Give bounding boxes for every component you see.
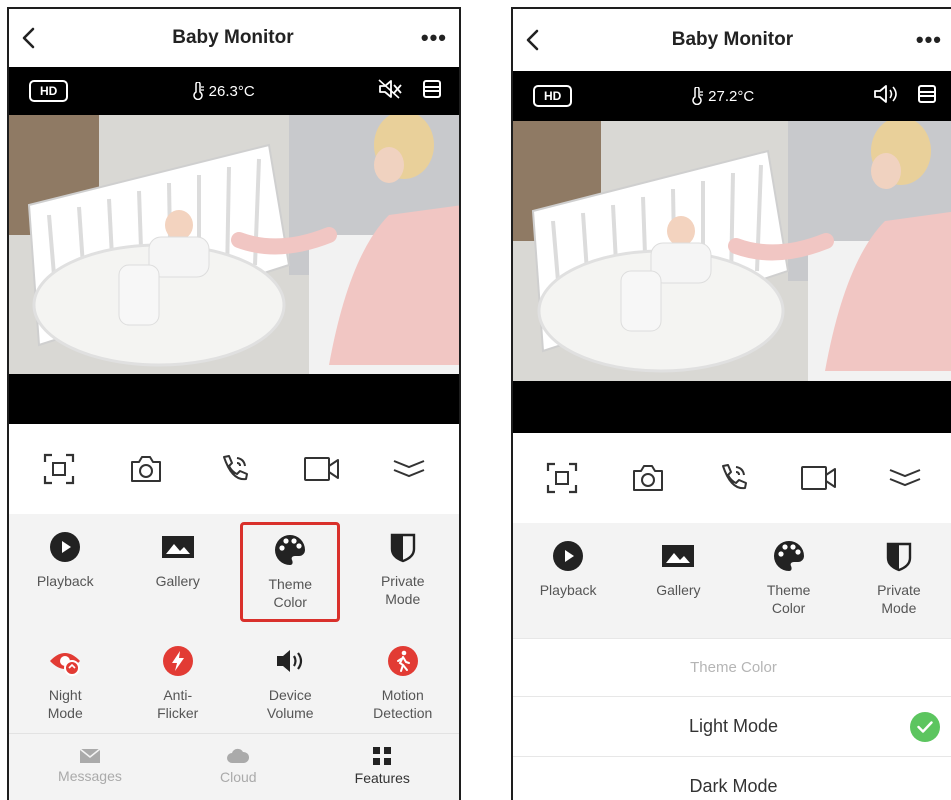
feature-private-mode[interactable]: Private Mode — [353, 522, 453, 622]
feature-private-mode[interactable]: Private Mode — [849, 531, 949, 625]
play-circle-icon — [551, 539, 585, 573]
feature-label: Gallery — [656, 582, 701, 598]
checkmark-icon — [910, 711, 940, 742]
feature-label: Device Volume — [266, 687, 314, 721]
feature-row: Playback Gallery Theme Color Private Mod… — [513, 523, 951, 631]
nav-messages[interactable]: Messages — [58, 747, 122, 784]
play-circle-icon — [48, 530, 82, 564]
camera-status-bar: HD 27.2°C — [513, 71, 951, 121]
feature-gallery[interactable]: Gallery — [128, 522, 228, 622]
feature-motion-detection[interactable]: Motion Detection — [353, 636, 453, 730]
nav-label: Features — [354, 769, 410, 786]
camera-status-bar: HD 26.3°C — [9, 67, 459, 115]
feature-row: Playback Gallery Theme Color Private Mod… — [9, 514, 459, 628]
theme-option-dark[interactable]: Dark Mode — [513, 756, 951, 800]
thermometer-icon — [192, 82, 204, 100]
gallery-image-icon — [161, 530, 195, 564]
temperature-value: 27.2°C — [708, 87, 755, 105]
back-icon[interactable] — [21, 26, 45, 50]
title-bar: Baby Monitor ••• — [513, 9, 951, 71]
theme-option-label: Dark Mode — [689, 776, 778, 796]
title-bar: Baby Monitor ••• — [9, 9, 459, 67]
camera-snapshot-icon[interactable] — [626, 456, 670, 500]
feature-theme-color[interactable]: Theme Color — [739, 531, 839, 625]
layout-toggle-icon[interactable] — [916, 83, 938, 110]
theme-option-label: Light Mode — [688, 716, 779, 736]
canvas: Baby Monitor ••• HD 26.3°C Playback Gall… — [0, 0, 951, 800]
hd-toggle-button[interactable]: HD — [533, 85, 573, 107]
feature-theme-color[interactable]: Theme Color — [240, 522, 341, 622]
nav-features[interactable]: Features — [355, 746, 410, 786]
theme-color-sheet: Theme Color Light Mode Dark Mode — [513, 638, 951, 800]
cloud-icon — [227, 748, 250, 763]
temperature-value: 26.3°C — [208, 82, 255, 100]
back-icon[interactable] — [525, 28, 549, 52]
feature-label: Night Mode — [47, 687, 83, 721]
more-options-icon[interactable]: ••• — [421, 27, 447, 49]
screen-capture-icon[interactable] — [540, 456, 584, 500]
shield-half-icon — [386, 530, 420, 564]
feature-row: Night Mode Anti- Flicker Device Volume M… — [9, 628, 459, 736]
live-video-view[interactable] — [9, 115, 459, 424]
camera-toolbar — [513, 433, 951, 523]
speaker-volume-icon — [273, 644, 307, 678]
nav-label: Messages — [58, 767, 122, 784]
camera-feed-image — [9, 115, 459, 374]
feature-panel: Playback Gallery Theme Color Private Mod… — [513, 523, 951, 638]
hd-toggle-button[interactable]: HD — [29, 80, 69, 102]
camera-snapshot-icon[interactable] — [124, 447, 168, 491]
feature-label: Private Mode — [877, 582, 921, 616]
feature-label: Motion Detection — [373, 687, 433, 721]
nav-cloud[interactable]: Cloud — [220, 747, 257, 785]
speaker-on-icon[interactable] — [872, 83, 898, 110]
feature-device-volume[interactable]: Device Volume — [240, 636, 340, 730]
feature-night-mode[interactable]: Night Mode — [15, 636, 115, 730]
video-record-icon[interactable] — [300, 447, 344, 491]
video-record-icon[interactable] — [797, 456, 841, 500]
gallery-image-icon — [661, 539, 695, 573]
thermometer-icon — [692, 87, 704, 105]
intercom-call-icon[interactable] — [212, 447, 256, 491]
feature-anti-flicker[interactable]: Anti- Flicker — [128, 636, 228, 730]
feature-playback[interactable]: Playback — [518, 531, 618, 625]
theme-sheet-heading: Theme Color — [513, 638, 951, 696]
envelope-icon — [79, 747, 101, 763]
collapse-chevron-icon[interactable] — [883, 456, 927, 500]
mute-speaker-icon[interactable] — [377, 78, 403, 105]
feature-label: Anti- Flicker — [157, 687, 199, 721]
shield-half-icon — [882, 539, 916, 573]
feature-label: Private Mode — [380, 573, 425, 607]
feature-label: Theme Color — [268, 576, 313, 610]
phone-screen-left: Baby Monitor ••• HD 26.3°C Playback Gall… — [7, 7, 461, 800]
feature-label: Playback — [539, 582, 597, 598]
feature-label: Playback — [36, 573, 94, 589]
palette-icon — [273, 533, 307, 567]
feature-gallery[interactable]: Gallery — [628, 531, 728, 625]
feature-label: Gallery — [155, 573, 200, 589]
palette-icon — [772, 539, 806, 573]
screen-capture-icon[interactable] — [37, 447, 81, 491]
page-title: Baby Monitor — [172, 27, 294, 48]
theme-option-light[interactable]: Light Mode — [513, 696, 951, 756]
grid-icon — [373, 746, 392, 765]
walking-person-icon — [386, 644, 420, 678]
page-title: Baby Monitor — [671, 29, 794, 50]
bottom-navigation: Messages Cloud Features — [9, 733, 459, 797]
lightning-bolt-icon — [161, 644, 195, 678]
camera-toolbar — [9, 424, 459, 514]
nav-label: Cloud — [219, 768, 257, 785]
collapse-chevron-icon[interactable] — [387, 447, 431, 491]
live-video-view[interactable] — [513, 121, 951, 433]
intercom-call-icon[interactable] — [711, 456, 755, 500]
feature-playback[interactable]: Playback — [15, 522, 115, 622]
phone-screen-right: Baby Monitor ••• HD 27.2°C Playback Gall… — [511, 7, 951, 800]
camera-feed-image — [513, 121, 951, 381]
feature-label: Theme Color — [766, 582, 811, 616]
temperature-readout: 26.3°C — [191, 82, 255, 100]
night-eye-icon — [48, 644, 82, 678]
temperature-readout: 27.2°C — [690, 87, 754, 105]
layout-toggle-icon[interactable] — [421, 78, 443, 105]
more-options-icon[interactable]: ••• — [916, 29, 942, 51]
